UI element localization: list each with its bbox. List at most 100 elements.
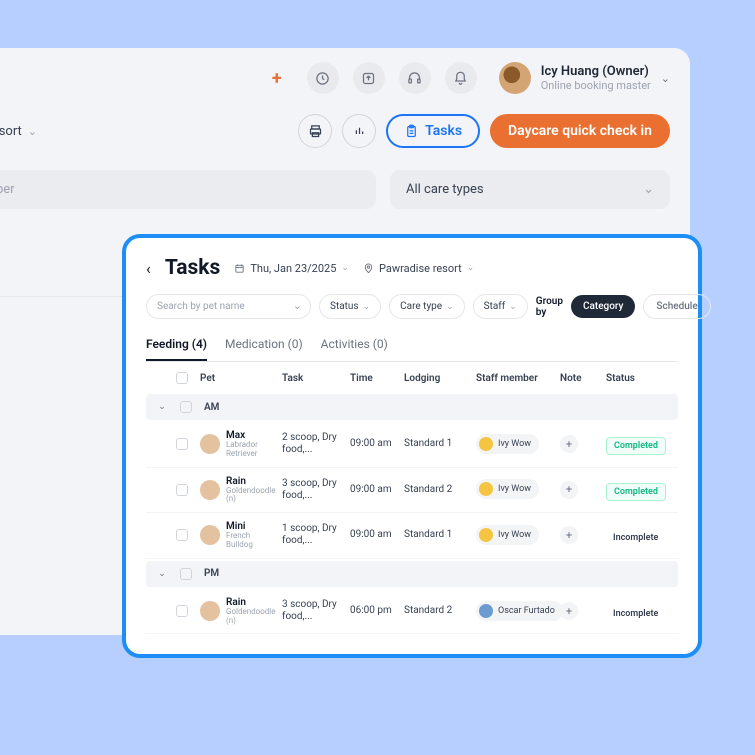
chevron-down-icon[interactable]: ⌄ — [150, 402, 174, 412]
staff-chip[interactable]: Oscar Furtado — [476, 601, 563, 621]
table-row[interactable]: MaxLabrador Retriever2 scoop, Dry food,.… — [146, 422, 678, 468]
group-label: AM — [204, 402, 674, 413]
table-row[interactable]: RainGoldendoodle (n)3 scoop, Dry food,..… — [146, 468, 678, 514]
staff-avatar — [479, 604, 493, 618]
task-cell: 2 scoop, Dry food,... — [282, 432, 344, 456]
pet-breed: Goldendoodle (n) — [226, 487, 276, 505]
column-pet: Pet — [200, 373, 276, 384]
tasks-modal: ‹ Tasks Thu, Jan 23/2025 ⌄ Pawradise res… — [122, 234, 702, 658]
bell-icon[interactable] — [445, 62, 477, 94]
chevron-down-icon[interactable]: ⌄ — [150, 569, 174, 579]
group-row[interactable]: ⌄ PM — [146, 561, 678, 587]
staff-chip[interactable]: Ivy Wow — [476, 434, 539, 454]
pet-cell: MaxLabrador Retriever — [200, 430, 276, 459]
pet-avatar — [200, 601, 220, 621]
staff-avatar — [479, 437, 493, 451]
stats-button[interactable] — [342, 114, 376, 148]
search-input[interactable]: ner name, or phone number — [0, 170, 376, 209]
tasks-button[interactable]: Tasks — [386, 114, 480, 148]
back-button[interactable]: ‹ — [146, 259, 151, 278]
select-all-checkbox[interactable] — [176, 372, 188, 384]
tab[interactable]: Feeding (4) — [146, 337, 207, 361]
task-cell: 3 scoop, Dry food,... — [282, 599, 344, 623]
time-cell: 06:00 pm — [350, 605, 398, 617]
group-schedule-toggle[interactable]: Schedule — [643, 294, 710, 319]
user-name: Icy Huang (Owner) — [541, 64, 651, 79]
add-note-button[interactable]: + — [560, 526, 578, 544]
staff-cell: Ivy Wow — [476, 434, 554, 455]
pet-cell: RainGoldendoodle (n) — [200, 597, 276, 626]
user-menu[interactable]: Icy Huang (Owner) Online booking master … — [499, 62, 670, 94]
group-category-toggle[interactable]: Category — [571, 295, 635, 318]
staff-cell: Ivy Wow — [476, 479, 554, 500]
staff-filter[interactable]: Staff⌄ — [473, 294, 528, 319]
tab[interactable]: Activities (0) — [321, 337, 388, 361]
group-checkbox[interactable] — [180, 401, 192, 413]
clock-icon[interactable] — [307, 62, 339, 94]
care-type-select[interactable]: All care types ⌄ — [390, 170, 670, 209]
bar-chart-icon — [352, 124, 367, 139]
column-time: Time — [350, 373, 398, 384]
lodging-cell: Standard 2 — [404, 484, 470, 496]
group-row[interactable]: ⌄ AM — [146, 394, 678, 420]
chevron-down-icon: ⌄ — [28, 125, 37, 138]
print-button[interactable] — [298, 114, 332, 148]
staff-chip[interactable]: Ivy Wow — [476, 525, 539, 545]
date-picker[interactable]: Thu, Jan 23/2025 ⌄ — [234, 262, 349, 275]
clipboard-icon — [404, 124, 419, 139]
filters-row: ner name, or phone number All care types… — [0, 164, 690, 227]
add-note-button[interactable]: + — [560, 435, 578, 453]
pet-avatar — [200, 480, 220, 500]
user-avatar — [499, 62, 531, 94]
pet-avatar — [200, 434, 220, 454]
calendar-icon — [234, 263, 245, 274]
upload-icon[interactable] — [353, 62, 385, 94]
staff-avatar — [479, 528, 493, 542]
table-row[interactable]: RainGoldendoodle (n)3 scoop, Dry food,..… — [146, 589, 678, 635]
add-note-button[interactable]: + — [560, 602, 578, 620]
status-badge: Completed — [606, 437, 666, 455]
staff-avatar — [479, 482, 493, 496]
task-cell: 3 scoop, Dry food,... — [282, 478, 344, 502]
groupby-label: Group by — [536, 296, 563, 318]
staff-chip[interactable]: Ivy Wow — [476, 479, 539, 499]
headset-icon[interactable] — [399, 62, 431, 94]
table-header: Pet Task Time Lodging Staff member Note … — [146, 362, 678, 392]
tabs: Feeding (4) Medication (0) Activities (0) — [146, 337, 678, 362]
chevron-down-icon: ⌄ — [661, 72, 670, 85]
modal-search-input[interactable]: Search by pet name — [146, 294, 311, 319]
chevron-down-icon: ⌄ — [643, 182, 654, 197]
modal-location[interactable]: Pawradise resort ⌄ — [363, 262, 474, 275]
time-cell: 09:00 am — [350, 484, 398, 496]
row-checkbox[interactable] — [176, 484, 188, 496]
app-topbar: + Icy Huang (Owner) Online booking maste… — [0, 48, 690, 108]
group-checkbox[interactable] — [180, 568, 192, 580]
status-badge: Incomplete — [606, 606, 665, 622]
staff-cell: Oscar Furtado — [476, 601, 554, 622]
pet-avatar — [200, 525, 220, 545]
add-note-button[interactable]: + — [560, 481, 578, 499]
tab[interactable]: Medication (0) — [225, 337, 303, 361]
row-checkbox[interactable] — [176, 438, 188, 450]
column-staff: Staff member — [476, 373, 554, 384]
table-row[interactable]: MiniFrench Bulldog1 scoop, Dry food,...0… — [146, 513, 678, 559]
caretype-filter[interactable]: Care type⌄ — [389, 294, 465, 319]
time-cell: 09:00 am — [350, 529, 398, 541]
row-checkbox[interactable] — [176, 529, 188, 541]
lodging-cell: Standard 1 — [404, 438, 470, 450]
row-checkbox[interactable] — [176, 605, 188, 617]
pet-breed: French Bulldog — [226, 532, 276, 550]
user-subtitle: Online booking master — [541, 79, 651, 92]
main-toolbar: ‹ › Pawradise resort ⌄ Tasks Daycare qui… — [0, 108, 690, 164]
modal-title: Tasks — [165, 256, 221, 280]
group-label: PM — [204, 568, 674, 579]
checkin-button[interactable]: Daycare quick check in — [490, 114, 670, 148]
add-button[interactable]: + — [261, 62, 293, 94]
pin-icon — [363, 263, 374, 274]
location-chip[interactable]: Pawradise resort ⌄ — [0, 124, 37, 139]
chevron-down-icon: ⌄ — [467, 263, 475, 273]
lodging-cell: Standard 2 — [404, 605, 470, 617]
table-body: ⌄ AM MaxLabrador Retriever2 scoop, Dry foo… — [146, 394, 678, 634]
status-filter[interactable]: Status⌄ — [319, 294, 381, 319]
time-cell: 09:00 am — [350, 438, 398, 450]
